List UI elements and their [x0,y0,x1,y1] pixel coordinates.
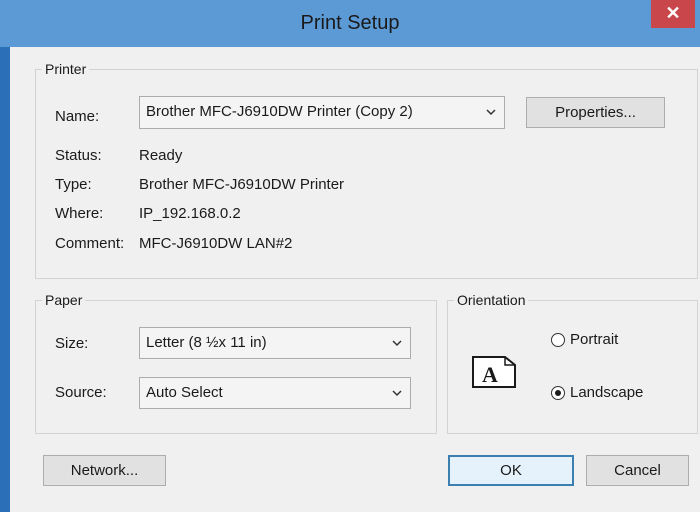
paper-source-value: Auto Select [146,384,223,401]
where-value: IP_192.168.0.2 [139,205,241,222]
printer-name-label: Name: [55,108,100,125]
portrait-label[interactable]: Portrait [570,331,618,349]
orientation-icon-letter: A [482,362,498,387]
where-label: Where: [55,205,104,222]
orientation-group-legend: Orientation [454,292,529,308]
landscape-page-icon: A [472,356,516,388]
paper-source-label: Source: [55,384,107,401]
chevron-down-icon [392,390,402,397]
paper-size-value: Letter (8 ½x 11 in) [146,334,267,351]
printer-name-dropdown[interactable]: Brother MFC-J6910DW Printer (Copy 2) [139,96,505,129]
status-label: Status: [55,147,102,164]
cancel-button-label: Cancel [614,462,661,479]
paper-size-label: Size: [55,335,89,352]
chevron-down-icon [392,340,402,347]
ok-button[interactable]: OK [448,455,574,486]
status-value: Ready [139,147,183,164]
network-button-label: Network... [70,462,139,479]
close-icon: ✕ [665,3,681,23]
network-button[interactable]: Network... [43,455,166,486]
comment-value: MFC-J6910DW LAN#2 [139,235,293,252]
print-setup-window: Print Setup ✕ Printer Name: Brother MFC-… [0,0,700,512]
type-label: Type: [55,176,92,193]
properties-button-label: Properties... [555,104,636,121]
landscape-label[interactable]: Landscape [570,384,643,402]
window-title: Print Setup [300,12,400,34]
landscape-radio-selected-dot [555,390,561,396]
ok-button-label: OK [500,462,522,479]
dialog-body: Printer Name: Brother MFC-J6910DW Printe… [10,47,700,512]
paper-group-legend: Paper [42,292,86,308]
close-button[interactable]: ✕ [651,0,695,28]
landscape-radio[interactable] [551,386,565,400]
comment-label: Comment: [55,235,125,252]
cancel-button[interactable]: Cancel [586,455,689,486]
paper-source-dropdown[interactable]: Auto Select [139,377,411,409]
portrait-radio[interactable] [551,333,565,347]
printer-name-value: Brother MFC-J6910DW Printer (Copy 2) [146,103,413,120]
printer-group-legend: Printer [42,61,90,77]
type-value: Brother MFC-J6910DW Printer [139,176,345,193]
properties-button[interactable]: Properties... [526,97,665,128]
paper-size-dropdown[interactable]: Letter (8 ½x 11 in) [139,327,411,359]
chevron-down-icon [486,109,496,116]
title-bar[interactable]: Print Setup ✕ [0,0,700,47]
paper-group: Paper [35,292,437,434]
